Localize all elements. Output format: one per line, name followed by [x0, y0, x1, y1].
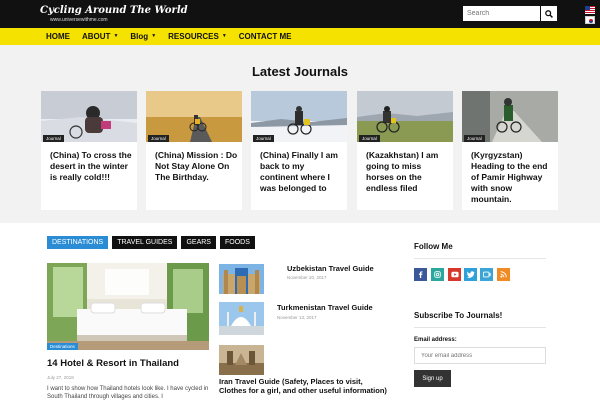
journal-tag[interactable]: Journal: [253, 135, 274, 142]
divider: [414, 327, 546, 328]
email-label: Email address:: [414, 337, 457, 343]
logo-title: Cycling Around The World: [40, 5, 188, 16]
chevron-down-icon: ▼: [113, 33, 119, 39]
top-bar: Cycling Around The World www.universewit…: [0, 0, 600, 28]
site-logo[interactable]: Cycling Around The World www.universewit…: [40, 5, 188, 23]
nav-item-home[interactable]: HOME: [40, 28, 76, 45]
post-title[interactable]: Iran Travel Guide (Safety, Places to vis…: [219, 377, 389, 395]
youtube-icon: [450, 271, 459, 278]
journal-tag[interactable]: Journal: [359, 135, 380, 142]
section-title: Latest Journals: [251, 64, 349, 79]
tab-destinations[interactable]: DESTINATIONS: [47, 236, 109, 249]
chevron-down-icon: ▼: [151, 33, 157, 39]
instagram-icon: [434, 271, 441, 278]
email-field[interactable]: [414, 347, 546, 364]
divider: [414, 258, 546, 259]
journal-tag[interactable]: Journal: [43, 135, 64, 142]
journal-card[interactable]: Journal (China) Finally I am back to my …: [251, 91, 347, 210]
vimeo-icon: [482, 271, 491, 278]
journal-tag[interactable]: Journal: [464, 135, 485, 142]
journal-title[interactable]: (Kyrgyzstan) Heading to the end of Pamir…: [471, 150, 555, 205]
post-title[interactable]: Uzbekistan Travel Guide: [287, 264, 374, 273]
post-date: November 20, 2017: [287, 275, 327, 280]
feature-image[interactable]: [47, 263, 209, 350]
nav-item-contact[interactable]: CONTACT ME: [233, 28, 298, 45]
search-button[interactable]: [541, 6, 557, 21]
journal-card[interactable]: Journal (China) Mission : Do Not Stay Al…: [146, 91, 242, 210]
tab-gears[interactable]: GEARS: [181, 236, 216, 249]
nav-item-resources[interactable]: RESOURCES ▼: [162, 28, 233, 45]
journal-title[interactable]: (China) To cross the desert in the winte…: [50, 150, 134, 183]
tab-foods[interactable]: FOODS: [219, 236, 255, 249]
nav-item-about[interactable]: ABOUT ▼: [76, 28, 124, 45]
category-tabs: DESTINATIONS TRAVEL GUIDES GEARS FOODS: [47, 236, 259, 249]
journal-title[interactable]: (Kazakhstan) I am going to miss horses o…: [366, 150, 450, 194]
post-thumbnail[interactable]: [219, 302, 264, 335]
search-icon: [545, 9, 553, 18]
main-nav: HOME ABOUT ▼ Blog ▼ RESOURCES ▼ CONTACT ME: [0, 28, 600, 45]
search-input[interactable]: [463, 6, 540, 21]
subscribe-heading: Subscribe To Journals!: [414, 311, 503, 320]
us-flag-icon[interactable]: [585, 6, 595, 14]
journal-tag[interactable]: Journal: [148, 135, 169, 142]
follow-heading: Follow Me: [414, 242, 453, 251]
journal-card[interactable]: Journal (China) To cross the desert in t…: [41, 91, 137, 210]
feature-tag[interactable]: Destinations: [47, 343, 78, 350]
facebook-link[interactable]: [414, 268, 427, 281]
feature-excerpt: I want to show how Thailand hotels look …: [47, 386, 209, 400]
facebook-icon: [418, 271, 423, 278]
twitter-link[interactable]: [464, 268, 477, 281]
vimeo-link[interactable]: [480, 268, 493, 281]
logo-subtitle: www.universewithme.com: [50, 17, 108, 23]
journal-title[interactable]: (China) Mission : Do Not Stay Alone On T…: [155, 150, 239, 183]
post-title[interactable]: Turkmenistan Travel Guide: [277, 303, 373, 312]
instagram-link[interactable]: [431, 268, 444, 281]
sign-up-button[interactable]: Sign up: [414, 370, 451, 387]
journal-title[interactable]: (China) Finally I am back to my continen…: [260, 150, 344, 194]
rss-icon: [500, 271, 507, 278]
post-thumbnail[interactable]: [219, 264, 264, 294]
nav-item-blog[interactable]: Blog ▼: [124, 28, 162, 45]
korea-flag-icon[interactable]: [585, 16, 595, 24]
feature-title[interactable]: 14 Hotel & Resort in Thailand: [47, 358, 179, 369]
chevron-down-icon: ▼: [221, 33, 227, 39]
post-date: November 13, 2017: [277, 315, 317, 320]
journal-card[interactable]: Journal (Kyrgyzstan) Heading to the end …: [462, 91, 558, 210]
journal-card[interactable]: Journal (Kazakhstan) I am going to miss …: [357, 91, 453, 210]
tab-travel-guides[interactable]: TRAVEL GUIDES: [112, 236, 178, 249]
twitter-icon: [466, 271, 475, 278]
feature-date: July 27, 2018: [47, 375, 74, 380]
post-thumbnail[interactable]: [219, 345, 264, 375]
rss-link[interactable]: [497, 268, 510, 281]
youtube-link[interactable]: [448, 268, 461, 281]
